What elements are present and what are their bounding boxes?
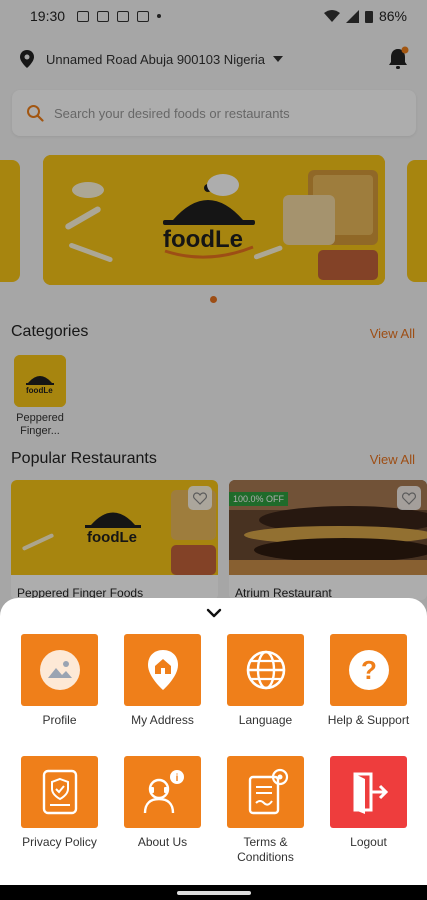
image-icon [39,650,80,690]
svg-text:?: ? [361,655,377,685]
collapse-chevron-icon[interactable] [205,606,223,620]
menu-item-privacy-policy[interactable]: Privacy Policy [8,756,111,850]
menu-bottom-sheet: Profile My Address Language ? Help & Sup… [0,598,427,885]
menu-item-profile[interactable]: Profile [8,634,111,728]
language-tile[interactable] [227,634,304,706]
app-screen: 19:30 86% Unnamed Road Abuja 900103 Nige… [0,0,427,900]
help-support-tile[interactable]: ? [330,634,407,706]
menu-item-my-address[interactable]: My Address [111,634,214,728]
my-address-tile[interactable] [124,634,201,706]
privacy-policy-tile[interactable] [21,756,98,828]
logout-tile[interactable] [330,756,407,828]
menu-label: About Us [137,835,188,849]
menu-item-terms-conditions[interactable]: Terms & Conditions [214,756,317,865]
menu-item-logout[interactable]: Logout [317,756,420,850]
svg-text:i: i [175,773,178,784]
terms-document-icon [248,768,288,815]
menu-item-help-support[interactable]: ? Help & Support [317,634,420,728]
shield-document-icon [42,769,77,815]
menu-label: My Address [131,713,194,727]
menu-item-language[interactable]: Language [214,634,317,728]
logout-door-icon [353,772,388,814]
menu-label: Privacy Policy [22,835,97,849]
question-icon: ? [348,650,389,690]
home-pin-icon [147,650,178,690]
globe-icon [246,650,285,690]
menu-label: Logout [350,835,387,849]
menu-label: Help & Support [327,713,410,727]
menu-item-about-us[interactable]: i About Us [111,756,214,850]
profile-tile[interactable] [21,634,98,706]
about-us-tile[interactable]: i [124,756,201,828]
terms-conditions-tile[interactable] [227,756,304,828]
menu-label: Language [238,713,293,727]
person-info-icon: i [143,770,184,814]
menu-label: Terms & Conditions [237,835,294,864]
menu-label: Profile [42,713,77,727]
home-gesture-handle[interactable] [177,891,251,895]
